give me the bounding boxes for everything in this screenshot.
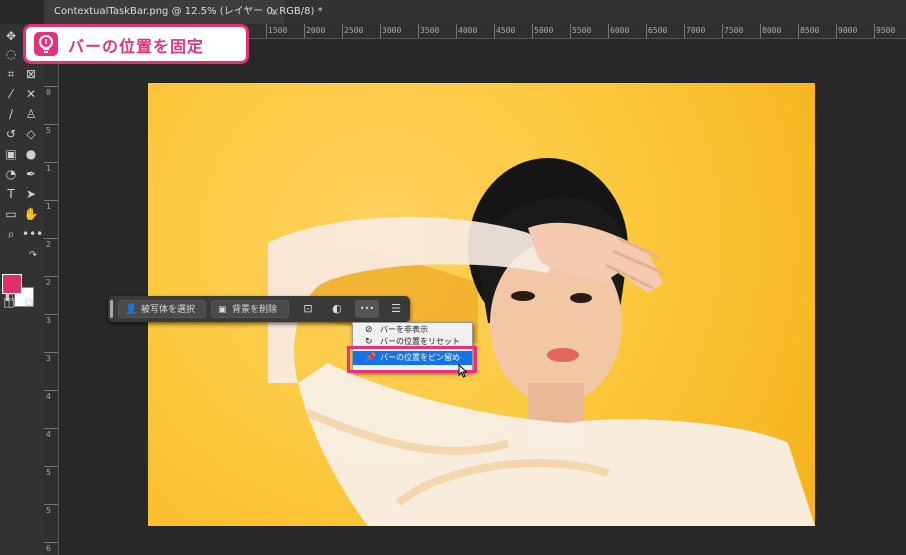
remove-background-button[interactable]: ▣ 背景を削除 bbox=[211, 300, 289, 318]
close-icon[interactable]: × bbox=[270, 0, 279, 24]
ruler-label: 3500 bbox=[420, 26, 440, 35]
tab-bar: ContextualTaskBar.png @ 12.5% (レイヤー 0, R… bbox=[44, 0, 906, 24]
ruler-label: 6500 bbox=[648, 26, 668, 35]
drag-handle[interactable] bbox=[110, 300, 113, 318]
ruler-label: 4000 bbox=[458, 26, 478, 35]
dodge-icon[interactable]: ◔ bbox=[2, 166, 20, 182]
document-tab[interactable]: ContextualTaskBar.png @ 12.5% (レイヤー 0, R… bbox=[44, 0, 323, 24]
ruler-label: 2 bbox=[46, 240, 51, 249]
ruler-tick bbox=[44, 352, 58, 353]
image-icon: ▣ bbox=[218, 305, 227, 315]
frame-icon[interactable]: ⊠ bbox=[22, 66, 40, 82]
ruler-label: 9500 bbox=[876, 26, 896, 35]
screen-mode-icon[interactable]: ⧉ bbox=[20, 294, 38, 310]
ruler-label: 3000 bbox=[382, 26, 402, 35]
ruler-tick bbox=[44, 542, 58, 543]
ruler-tick bbox=[44, 200, 58, 201]
ruler-label: 8500 bbox=[800, 26, 820, 35]
ruler-tick bbox=[44, 390, 58, 391]
eyedropper-icon[interactable]: ⁄ bbox=[2, 86, 20, 102]
move-icon[interactable]: ✥ bbox=[2, 28, 20, 44]
ruler-label: 0 bbox=[46, 88, 51, 97]
ruler-label: 1500 bbox=[268, 26, 288, 35]
ruler-tick bbox=[44, 124, 58, 125]
quick-mask-icon[interactable]: ◫ bbox=[0, 294, 18, 310]
brush-icon[interactable]: ∕ bbox=[2, 106, 20, 122]
eraser-icon[interactable]: ◇ bbox=[22, 126, 40, 142]
gradient-icon[interactable]: ▣ bbox=[2, 146, 20, 162]
ruler-label: 2500 bbox=[344, 26, 364, 35]
ruler-label: 9000 bbox=[838, 26, 858, 35]
ruler-label: 6 bbox=[46, 544, 51, 553]
crop-icon[interactable]: ⌗ bbox=[2, 66, 20, 82]
healing-icon[interactable]: ✕ bbox=[22, 86, 40, 102]
ruler-tick bbox=[44, 238, 58, 239]
ruler-label: 5 bbox=[46, 126, 51, 135]
history-brush-icon[interactable]: ↺ bbox=[2, 126, 20, 142]
hand-icon[interactable]: ✋ bbox=[22, 206, 40, 222]
ruler-label: 1 bbox=[46, 202, 51, 211]
person-icon: 👤 bbox=[125, 304, 138, 315]
ruler-label: 5500 bbox=[572, 26, 592, 35]
type-icon[interactable]: T bbox=[2, 186, 20, 202]
callout-badge: バーの位置を固定 bbox=[23, 24, 249, 64]
ruler-label: 5 bbox=[46, 506, 51, 515]
adjustment-icon[interactable]: ◐ bbox=[327, 300, 347, 318]
ruler-tick bbox=[44, 466, 58, 467]
remove-background-label: 背景を削除 bbox=[232, 305, 278, 315]
ruler-label: 2000 bbox=[306, 26, 326, 35]
menu-item-hide-bar[interactable]: ⊘ バーを非表示 bbox=[353, 324, 472, 336]
lightbulb-icon bbox=[34, 32, 58, 56]
ruler-label: 4500 bbox=[496, 26, 516, 35]
swap-colors-icon[interactable]: ↷ bbox=[24, 248, 42, 264]
foreground-color-swatch[interactable] bbox=[2, 274, 22, 294]
ruler-label: 7500 bbox=[724, 26, 744, 35]
ruler-label: 3 bbox=[46, 354, 51, 363]
settings-sliders-icon[interactable]: ☰ bbox=[386, 300, 406, 318]
ruler-label: 5 bbox=[46, 468, 51, 477]
ruler-label: 3 bbox=[46, 316, 51, 325]
ruler-tick bbox=[44, 162, 58, 163]
ruler-label: 1 bbox=[46, 164, 51, 173]
document-tab-title: ContextualTaskBar.png @ 12.5% (レイヤー 0, R… bbox=[54, 6, 323, 17]
ruler-tick bbox=[44, 504, 58, 505]
select-subject-label: 被写体を選択 bbox=[141, 305, 196, 315]
ruler-label: 6000 bbox=[610, 26, 630, 35]
ruler-label: 5000 bbox=[534, 26, 554, 35]
contextual-task-bar: 👤 被写体を選択 ▣ 背景を削除 ⊡ ◐ ••• ☰ bbox=[108, 296, 410, 322]
ruler-tick bbox=[44, 86, 58, 87]
mask-icon[interactable]: ⊡ bbox=[298, 300, 318, 318]
toolbox: ✥ ◌ ⌗ ⊠ ⁄ ✕ ∕ ♙ ↺ ◇ ▣ ● ◔ ✒ T ➤ ▭ ✋ ⌕ ••… bbox=[0, 24, 44, 555]
ruler-label: 8000 bbox=[762, 26, 782, 35]
ruler-label: 2 bbox=[46, 278, 51, 287]
mouse-cursor-icon bbox=[458, 364, 468, 378]
lasso-icon[interactable]: ◌ bbox=[2, 46, 20, 62]
hide-eye-icon: ⊘ bbox=[365, 325, 373, 335]
ruler-tick bbox=[44, 314, 58, 315]
blur-icon[interactable]: ● bbox=[22, 146, 40, 162]
stamp-icon[interactable]: ♙ bbox=[22, 106, 40, 122]
shape-icon[interactable]: ▭ bbox=[2, 206, 20, 222]
select-subject-button[interactable]: 👤 被写体を選択 bbox=[118, 300, 206, 318]
pen-icon[interactable]: ✒ bbox=[22, 166, 40, 182]
callout-text: バーの位置を固定 bbox=[68, 37, 205, 56]
ruler-label: 4 bbox=[46, 392, 51, 401]
more-tools-icon[interactable]: ••• bbox=[22, 226, 43, 242]
ruler-tick bbox=[44, 428, 58, 429]
ruler-label: 4 bbox=[46, 430, 51, 439]
ruler-tick bbox=[44, 276, 58, 277]
path-select-icon[interactable]: ➤ bbox=[22, 186, 40, 202]
zoom-icon[interactable]: ⌕ bbox=[2, 226, 20, 242]
vertical-ruler: 0 5 1 1 2 2 3 3 4 4 5 5 6 bbox=[44, 38, 59, 555]
ruler-label: 7000 bbox=[686, 26, 706, 35]
more-options-button[interactable]: ••• bbox=[355, 300, 379, 318]
